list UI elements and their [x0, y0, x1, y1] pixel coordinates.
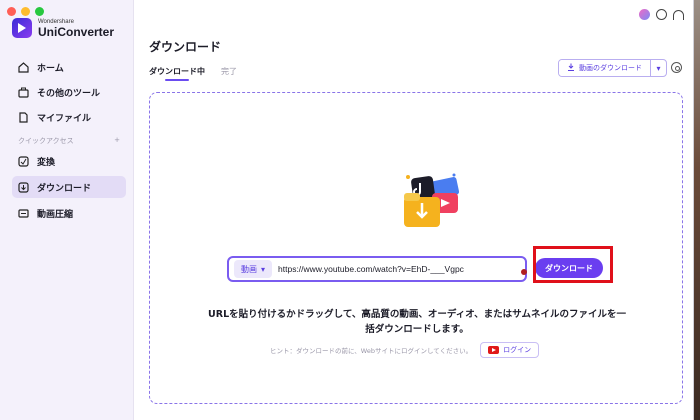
support-headset-icon[interactable] [673, 9, 684, 20]
youtube-login-button[interactable]: ログイン [480, 342, 540, 358]
download-video-label: 動画のダウンロード [579, 64, 642, 72]
tab-completed[interactable]: 完了 [221, 66, 237, 77]
quick-access-section: クイックアクセス + [18, 136, 120, 146]
media-type-select[interactable]: 動画 ▾ [234, 260, 273, 278]
annotation-highlight-box [533, 246, 613, 283]
sidebar-item-label: 動画圧縮 [37, 209, 74, 220]
zoom-window-button[interactable] [35, 7, 44, 16]
main-panel: ダウンロード ダウンロード中 完了 動画のダウンロード ▾ 動画 ▾ https… [135, 0, 693, 420]
headline-line: URLを貼り付けるかドラッグして、高品質の動画、オーディオ、またはサムネイルのフ… [208, 309, 626, 320]
media-type-value: 動画 [241, 264, 257, 274]
section-label: クイックアクセス [18, 137, 74, 145]
sidebar-item-label: ダウンロード [37, 183, 92, 194]
cursor-indicator [521, 269, 527, 275]
sidebar-item-convert[interactable]: 変換 [12, 150, 126, 172]
window-controls [7, 7, 44, 16]
sidebar-item-other-tools[interactable]: その他のツール [12, 81, 126, 103]
sidebar-item-download[interactable]: ダウンロード [12, 176, 126, 198]
url-input-bar: 動画 ▾ https://www.youtube.com/watch?v=EhD… [227, 256, 527, 282]
uniconverter-logo-icon [12, 18, 32, 38]
hint-row: ヒント：ダウンロードの前に、Webサイトにログインしてください。 ログイン [270, 342, 540, 358]
tab-bar: ダウンロード中 完了 [149, 66, 237, 81]
brand: Wondershare UniConverter [12, 18, 114, 38]
brand-product: UniConverter [38, 24, 115, 39]
download-arrow-icon [567, 63, 575, 73]
file-icon [18, 111, 29, 123]
youtube-icon [488, 346, 500, 354]
download-video-button-group: 動画のダウンロード ▾ [558, 59, 667, 77]
sidebar-item-label: 変換 [37, 157, 56, 168]
chevron-down-icon: ▾ [261, 264, 266, 274]
download-options-dropdown[interactable]: ▾ [650, 60, 666, 76]
sidebar-item-my-files[interactable]: マイファイル [12, 106, 126, 128]
home-icon [18, 61, 29, 73]
avatar[interactable] [639, 9, 650, 20]
add-quick-access-button[interactable]: + [114, 136, 120, 146]
sidebar-item-home[interactable]: ホーム [12, 56, 126, 78]
instructions-headline: URLを貼り付けるかドラッグして、高品質の動画、オーディオ、またはサムネイルのフ… [182, 307, 652, 337]
login-label: ログイン [503, 346, 532, 354]
convert-icon [18, 155, 29, 167]
url-drop-zone[interactable]: 動画 ▾ https://www.youtube.com/watch?v=EhD… [149, 92, 683, 404]
settings-gear-icon[interactable] [671, 62, 682, 73]
app-window: Wondershare UniConverter ホーム その他のツール マイフ… [0, 0, 694, 420]
sidebar-item-label: マイファイル [37, 113, 92, 124]
media-download-illustration-icon [404, 173, 460, 227]
download-icon [18, 181, 29, 193]
sidebar-item-label: その他のツール [37, 88, 101, 99]
sidebar-item-video-compress[interactable]: 動画圧縮 [12, 202, 126, 224]
login-hint: ヒント：ダウンロードの前に、Webサイトにログインしてください。 [270, 347, 473, 355]
tab-downloading[interactable]: ダウンロード中 [149, 66, 205, 81]
desktop-background [694, 0, 700, 420]
url-input[interactable]: https://www.youtube.com/watch?v=EhD-___V… [278, 264, 464, 274]
page-title: ダウンロード [149, 40, 222, 54]
minimize-window-button[interactable] [21, 7, 30, 16]
download-video-button[interactable]: 動画のダウンロード [559, 60, 650, 76]
sidebar: Wondershare UniConverter ホーム その他のツール マイフ… [0, 0, 134, 420]
close-window-button[interactable] [7, 7, 16, 16]
headline-line: 括ダウンロードします。 [365, 324, 469, 335]
chat-icon[interactable] [656, 9, 667, 20]
sidebar-item-label: ホーム [37, 63, 64, 74]
top-icons [639, 9, 684, 20]
brand-company: Wondershare [38, 18, 74, 25]
toolbox-icon [18, 87, 29, 98]
compress-icon [18, 208, 29, 219]
